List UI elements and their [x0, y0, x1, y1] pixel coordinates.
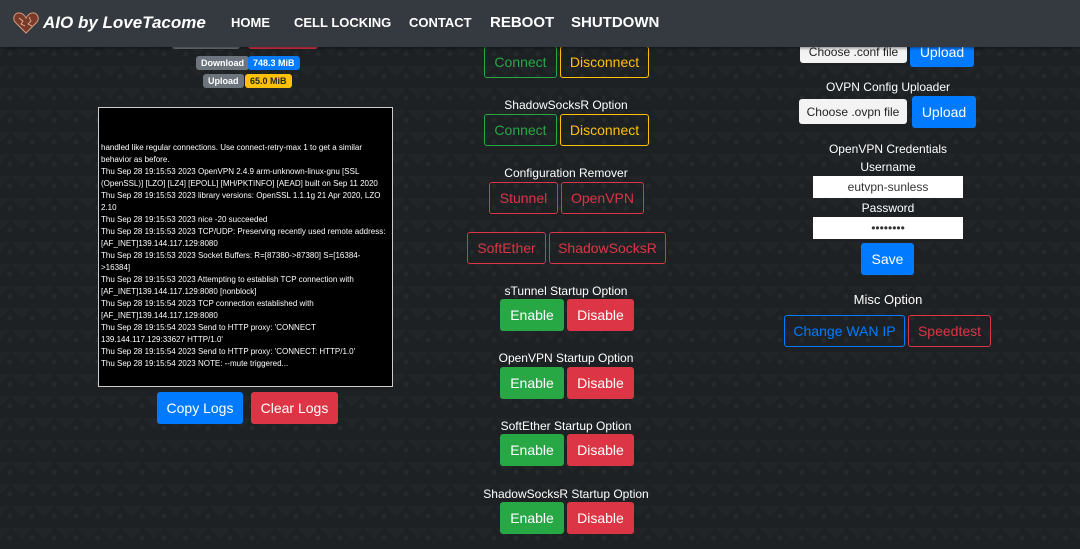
log-line: Thu Sep 28 19:15:54 2023 Send to HTTP pr… — [101, 347, 356, 356]
log-line: Thu Sep 28 19:15:53 2023 library version… — [101, 191, 381, 212]
softether-enable-button[interactable]: Enable — [500, 434, 564, 466]
remove-softether-button[interactable]: SoftEther — [467, 232, 546, 264]
log-viewer[interactable]: handled like regular connections. Use co… — [98, 107, 393, 387]
nav-cell-locking[interactable]: CELL LOCKING — [294, 15, 391, 30]
openvpn-connect-button[interactable]: Connect — [484, 46, 557, 78]
remove-shadowsocksr-button[interactable]: ShadowSocksR — [549, 232, 666, 264]
log-line: Thu Sep 28 19:15:53 2023 OpenVPN 2.4.9 a… — [101, 167, 378, 188]
password-input[interactable] — [813, 217, 963, 239]
upload-value-badge: 65.0 MiB — [245, 74, 292, 88]
password-label: Password — [861, 201, 915, 215]
upload-label-badge: Upload — [203, 74, 244, 88]
clear-logs-button[interactable]: Clear Logs — [251, 392, 338, 424]
brand[interactable]: AIO by LoveTacome — [13, 12, 206, 34]
brand-title: AIO by LoveTacome — [43, 13, 206, 32]
username-input[interactable] — [813, 176, 963, 198]
log-line: Thu Sep 28 19:15:54 2023 Send to HTTP pr… — [101, 323, 316, 344]
log-line: Thu Sep 28 19:15:53 2023 Attempting to e… — [101, 275, 354, 296]
stunnel-enable-button[interactable]: Enable — [500, 299, 564, 331]
log-line: Thu Sep 28 19:15:54 2023 TCP connection … — [101, 299, 314, 320]
speedtest-button[interactable]: Speedtest — [908, 315, 991, 347]
ssr-startup-title: ShadowSocksR Startup Option — [483, 487, 649, 501]
openvpn-disconnect-button[interactable]: Disconnect — [560, 46, 649, 78]
log-lines: handled like regular connections. Use co… — [101, 142, 388, 370]
misc-option-title: Misc Option — [853, 292, 923, 307]
nav-home[interactable]: HOME — [231, 15, 270, 30]
top-navbar: AIO by LoveTacome HOME CELL LOCKING CONT… — [0, 0, 1080, 47]
choose-ovpn-file-button[interactable]: Choose .ovpn file — [799, 99, 907, 124]
username-label: Username — [860, 160, 916, 174]
ssr-option-title: ShadowSocksR Option — [504, 98, 628, 112]
nav-contact[interactable]: CONTACT — [409, 15, 472, 30]
log-line: Thu Sep 28 19:15:54 2023 NOTE: --mute tr… — [101, 359, 289, 368]
stunnel-disable-button[interactable]: Disable — [567, 299, 634, 331]
download-value-badge: 748.3 MiB — [248, 56, 300, 70]
log-line: Thu Sep 28 19:15:53 2023 nice -20 succee… — [101, 215, 268, 224]
openvpn-startup-title: OpenVPN Startup Option — [498, 351, 634, 365]
openvpn-disable-button[interactable]: Disable — [567, 367, 634, 399]
nav-reboot[interactable]: REBOOT — [490, 14, 554, 31]
log-line: Thu Sep 28 19:15:53 2023 TCP/UDP: Preser… — [101, 227, 386, 248]
download-label-badge: Download — [196, 56, 249, 70]
ssr-connect-button[interactable]: Connect — [484, 114, 557, 146]
openvpn-credentials-title: OpenVPN Credentials — [828, 142, 948, 156]
log-line: Thu Sep 28 19:15:53 2023 Socket Buffers:… — [101, 251, 361, 272]
remove-openvpn-button[interactable]: OpenVPN — [561, 182, 644, 214]
stunnel-startup-title: sTunnel Startup Option — [504, 284, 628, 298]
config-remover-title: Configuration Remover — [504, 166, 628, 180]
ssr-enable-button[interactable]: Enable — [500, 502, 564, 534]
log-line: handled like regular connections. Use co… — [101, 143, 363, 164]
ssr-disable-button[interactable]: Disable — [567, 502, 634, 534]
ovpn-uploader-title: OVPN Config Uploader — [825, 80, 951, 94]
ssr-disconnect-button[interactable]: Disconnect — [560, 114, 649, 146]
remove-stunnel-button[interactable]: Stunnel — [489, 182, 558, 214]
heart-logo-icon — [13, 12, 39, 34]
save-credentials-button[interactable]: Save — [861, 243, 914, 275]
softether-disable-button[interactable]: Disable — [567, 434, 634, 466]
nav-shutdown[interactable]: SHUTDOWN — [571, 14, 659, 31]
openvpn-enable-button[interactable]: Enable — [500, 367, 564, 399]
change-wan-ip-button[interactable]: Change WAN IP — [784, 315, 905, 347]
copy-logs-button[interactable]: Copy Logs — [157, 392, 243, 424]
softether-startup-title: SoftEther Startup Option — [500, 419, 632, 433]
ovpn-upload-button[interactable]: Upload — [912, 96, 976, 128]
